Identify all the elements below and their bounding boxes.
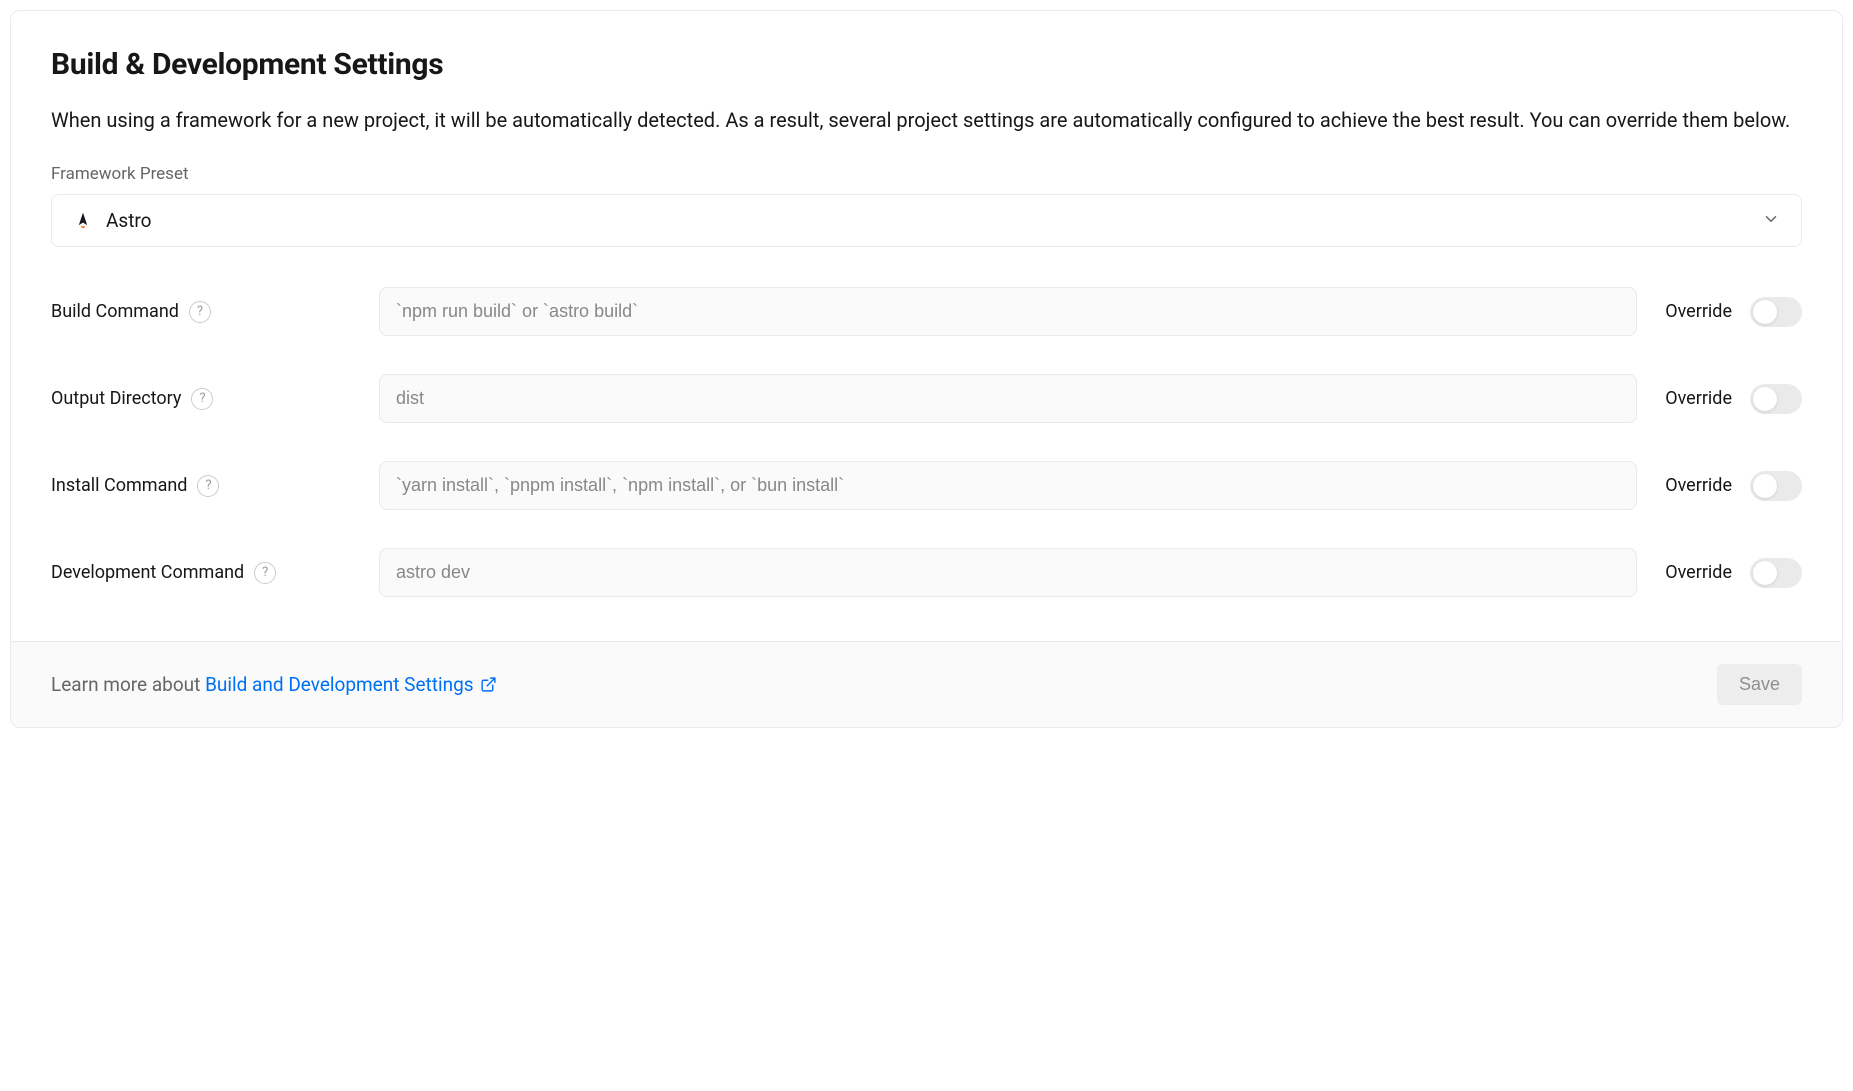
install-command-input[interactable] bbox=[379, 461, 1637, 510]
build-command-label-wrap: Build Command ? bbox=[51, 301, 351, 323]
build-command-input[interactable] bbox=[379, 287, 1637, 336]
output-override-wrap: Override bbox=[1665, 384, 1802, 414]
dev-override-wrap: Override bbox=[1665, 558, 1802, 588]
footer-link-text: Build and Development Settings bbox=[205, 673, 473, 696]
install-command-input-wrap bbox=[379, 461, 1637, 510]
build-command-label: Build Command bbox=[51, 301, 179, 322]
help-icon[interactable]: ? bbox=[191, 388, 213, 410]
dev-override-toggle[interactable] bbox=[1750, 558, 1802, 588]
footer-link[interactable]: Build and Development Settings bbox=[205, 673, 496, 696]
footer-prefix: Learn more about bbox=[51, 673, 205, 696]
development-command-input-wrap bbox=[379, 548, 1637, 597]
development-command-label: Development Command bbox=[51, 562, 244, 583]
card-footer: Learn more about Build and Development S… bbox=[11, 641, 1842, 727]
output-directory-label-wrap: Output Directory ? bbox=[51, 388, 351, 410]
save-button[interactable]: Save bbox=[1717, 664, 1802, 705]
output-override-label: Override bbox=[1665, 388, 1732, 409]
install-override-toggle[interactable] bbox=[1750, 471, 1802, 501]
external-link-icon bbox=[480, 676, 497, 693]
framework-preset-label: Framework Preset bbox=[51, 164, 1802, 184]
install-override-wrap: Override bbox=[1665, 471, 1802, 501]
help-icon[interactable]: ? bbox=[197, 475, 219, 497]
build-override-wrap: Override bbox=[1665, 297, 1802, 327]
framework-select-wrap: Astro bbox=[51, 194, 1802, 247]
output-directory-input[interactable] bbox=[379, 374, 1637, 423]
astro-icon bbox=[72, 210, 94, 232]
output-override-toggle[interactable] bbox=[1750, 384, 1802, 414]
page-title: Build & Development Settings bbox=[51, 47, 1802, 82]
build-command-input-wrap bbox=[379, 287, 1637, 336]
build-override-label: Override bbox=[1665, 301, 1732, 322]
help-icon[interactable]: ? bbox=[254, 562, 276, 584]
row-development-command: Development Command ? Override bbox=[51, 548, 1802, 597]
toggle-knob bbox=[1753, 300, 1777, 324]
row-build-command: Build Command ? Override bbox=[51, 287, 1802, 336]
card-body: Build & Development Settings When using … bbox=[11, 11, 1842, 641]
install-override-label: Override bbox=[1665, 475, 1732, 496]
help-icon[interactable]: ? bbox=[189, 301, 211, 323]
settings-rows: Build Command ? Override Output Director… bbox=[51, 287, 1802, 597]
install-command-label: Install Command bbox=[51, 475, 187, 496]
settings-card: Build & Development Settings When using … bbox=[10, 10, 1843, 728]
toggle-knob bbox=[1753, 387, 1777, 411]
page-description: When using a framework for a new project… bbox=[51, 104, 1802, 136]
row-output-directory: Output Directory ? Override bbox=[51, 374, 1802, 423]
dev-override-label: Override bbox=[1665, 562, 1732, 583]
footer-text: Learn more about Build and Development S… bbox=[51, 673, 497, 696]
toggle-knob bbox=[1753, 561, 1777, 585]
output-directory-input-wrap bbox=[379, 374, 1637, 423]
framework-selected-value: Astro bbox=[106, 209, 152, 232]
toggle-knob bbox=[1753, 474, 1777, 498]
row-install-command: Install Command ? Override bbox=[51, 461, 1802, 510]
output-directory-label: Output Directory bbox=[51, 388, 181, 409]
framework-select[interactable]: Astro bbox=[51, 194, 1802, 247]
development-command-input[interactable] bbox=[379, 548, 1637, 597]
install-command-label-wrap: Install Command ? bbox=[51, 475, 351, 497]
development-command-label-wrap: Development Command ? bbox=[51, 562, 351, 584]
build-override-toggle[interactable] bbox=[1750, 297, 1802, 327]
